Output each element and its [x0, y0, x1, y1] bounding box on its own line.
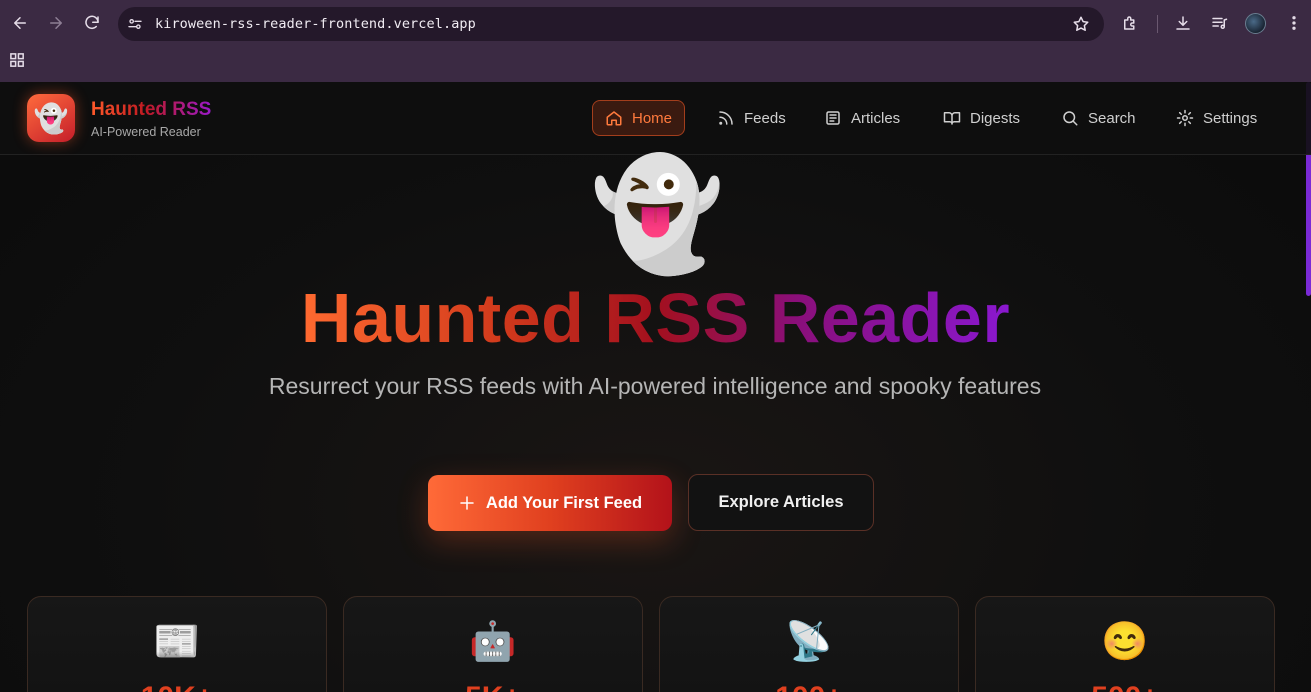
site-header: 👻 Haunted RSS AI-Powered Reader Home Fee… [0, 82, 1311, 155]
book-open-icon [943, 112, 961, 125]
brand-name[interactable]: Haunted RSS [91, 99, 211, 121]
rss-icon [719, 111, 733, 125]
puzzle-icon [1124, 16, 1135, 30]
bookmarks-bar [0, 46, 1311, 82]
newspaper-icon [826, 111, 840, 125]
explore-articles-button[interactable]: Explore Articles [688, 474, 874, 531]
page-content: 👻 Haunted RSS AI-Powered Reader Home Fee… [0, 82, 1311, 692]
reload-icon [85, 15, 99, 30]
nav-feeds-label: Feeds [744, 109, 786, 127]
nav-articles-label: Articles [851, 109, 901, 127]
nav-home-label: Home [632, 109, 673, 127]
stat-value: 500+ [976, 681, 1274, 692]
logo-ghost-icon[interactable]: 👻 [27, 94, 75, 142]
newspaper-emoji-icon: 📰 [153, 621, 201, 663]
url-text[interactable]: kiroween-rss-reader-frontend.vercel.app [155, 16, 476, 32]
satellite-emoji-icon: 📡 [785, 621, 833, 663]
hero-title: Haunted RSS Reader [0, 278, 1311, 358]
address-bar[interactable]: kiroween-rss-reader-frontend.vercel.app [118, 7, 1104, 41]
stat-card: 📡 100+ [659, 596, 959, 692]
extensions-button[interactable] [1118, 11, 1142, 35]
toolbar-divider [1157, 15, 1158, 33]
arrow-right-icon [50, 17, 62, 29]
robot-emoji-icon: 🤖 [469, 621, 517, 663]
download-icon [1176, 16, 1190, 30]
browser-chrome: kiroween-rss-reader-frontend.vercel.app [0, 0, 1311, 82]
smile-emoji-icon: 😊 [1101, 621, 1149, 663]
profile-avatar[interactable] [1245, 13, 1266, 34]
playlist-icon [1212, 17, 1228, 29]
hero-title-text: Haunted RSS Reader [300, 279, 1011, 357]
nav-feeds[interactable]: Feeds [705, 100, 798, 136]
forward-button[interactable] [44, 11, 68, 35]
home-icon [606, 111, 622, 126]
stat-value: 10K+ [28, 681, 326, 692]
nav-settings-label: Settings [1203, 109, 1258, 127]
back-button[interactable] [8, 11, 32, 35]
nav-settings[interactable]: Settings [1164, 100, 1269, 136]
arrow-left-icon [14, 17, 26, 29]
menu-button[interactable] [1282, 11, 1306, 35]
downloads-button[interactable] [1171, 11, 1195, 35]
stat-value: 100+ [660, 681, 958, 692]
add-first-feed-button[interactable]: Add Your First Feed [428, 475, 672, 531]
search-icon [1063, 111, 1078, 126]
nav-digests-label: Digests [970, 109, 1021, 127]
add-first-feed-label: Add Your First Feed [485, 493, 643, 512]
ghost-emoji: 👻 [590, 153, 725, 274]
nav-digests[interactable]: Digests [931, 100, 1032, 136]
gear-icon [1176, 109, 1194, 127]
bookmark-star-icon[interactable] [1072, 15, 1090, 33]
apps-grid-icon[interactable] [9, 52, 27, 70]
hero-subtitle: Resurrect your RSS feeds with AI-powered… [268, 373, 1042, 399]
media-control-button[interactable] [1207, 11, 1231, 35]
stat-card: 🤖 5K+ [343, 596, 643, 692]
nav-search[interactable]: Search [1049, 100, 1148, 136]
plus-icon [460, 496, 474, 510]
stat-value: 5K+ [344, 681, 642, 692]
site-settings-icon[interactable] [126, 15, 144, 33]
kebab-menu-icon [1292, 16, 1296, 30]
browser-toolbar: kiroween-rss-reader-frontend.vercel.app [0, 0, 1311, 46]
stat-card: 📰 10K+ [27, 596, 327, 692]
nav-search-label: Search [1088, 109, 1136, 127]
nav-articles[interactable]: Articles [812, 100, 912, 136]
reload-button[interactable] [80, 11, 104, 35]
nav-home[interactable]: Home [592, 100, 686, 136]
brand-tagline: AI-Powered Reader [91, 125, 201, 139]
stat-card: 😊 500+ [975, 596, 1275, 692]
